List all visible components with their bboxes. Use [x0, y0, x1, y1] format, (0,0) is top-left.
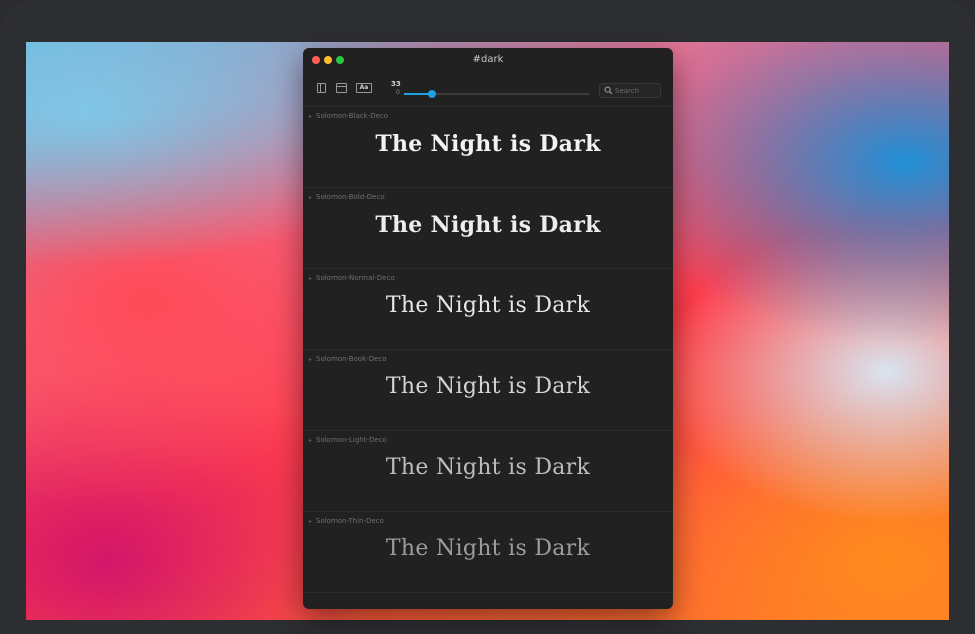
- font-row[interactable]: ▸ Solomon-Light-Deco The Night is Dark: [303, 431, 673, 512]
- search-input[interactable]: [615, 85, 659, 96]
- font-list: ▸ Solomon-Black-Deco The Night is Dark ▸…: [303, 107, 673, 593]
- font-name: Solomon-Normal-Deco: [316, 274, 395, 282]
- size-min-label: 0: [396, 89, 400, 96]
- font-name: Solomon-Bold-Deco: [316, 193, 385, 201]
- chevron-right-icon[interactable]: ▸: [309, 194, 312, 201]
- font-sample: The Night is Dark: [375, 131, 601, 157]
- font-sample: The Night is Dark: [385, 374, 591, 399]
- font-row[interactable]: ▸ Solomon-Bold-Deco The Night is Dark: [303, 188, 673, 269]
- font-sample: The Night is Dark: [385, 455, 591, 480]
- font-row[interactable]: ▸ Solomon-Book-Deco The Night is Dark: [303, 350, 673, 431]
- search-field[interactable]: [599, 83, 661, 98]
- search-icon: [604, 86, 613, 95]
- font-name: Solomon-Book-Deco: [316, 355, 387, 363]
- chevron-right-icon[interactable]: ▸: [309, 113, 312, 120]
- chevron-right-icon[interactable]: ▸: [309, 437, 312, 444]
- chevron-right-icon[interactable]: ▸: [309, 518, 312, 525]
- size-value: 33: [391, 80, 401, 88]
- preview-icon[interactable]: Aa: [356, 83, 372, 93]
- font-row[interactable]: ▸ Solomon-Black-Deco The Night is Dark: [303, 107, 673, 188]
- sidebar-icon[interactable]: [317, 83, 326, 93]
- font-sample: The Night is Dark: [385, 536, 591, 561]
- chevron-right-icon[interactable]: ▸: [309, 356, 312, 363]
- chevron-right-icon[interactable]: ▸: [309, 275, 312, 282]
- window-title: #dark: [472, 54, 504, 65]
- window-icon[interactable]: [336, 83, 347, 93]
- app-window: #dark Aa 33 0 ▸ Solomon-Black-Deco The N…: [303, 48, 673, 609]
- size-slider-handle[interactable]: [428, 90, 436, 98]
- font-name: Solomon-Black-Deco: [316, 112, 389, 120]
- font-sample: The Night is Dark: [375, 212, 601, 238]
- title-bar: #dark: [303, 48, 673, 74]
- font-name: Solomon-Thin-Deco: [316, 517, 384, 525]
- font-row[interactable]: ▸ Solomon-Thin-Deco The Night is Dark: [303, 512, 673, 593]
- font-row[interactable]: ▸ Solomon-Normal-Deco The Night is Dark: [303, 269, 673, 350]
- toolbar: Aa 33 0: [303, 74, 673, 107]
- font-sample: The Night is Dark: [385, 293, 591, 318]
- font-name: Solomon-Light-Deco: [316, 436, 387, 444]
